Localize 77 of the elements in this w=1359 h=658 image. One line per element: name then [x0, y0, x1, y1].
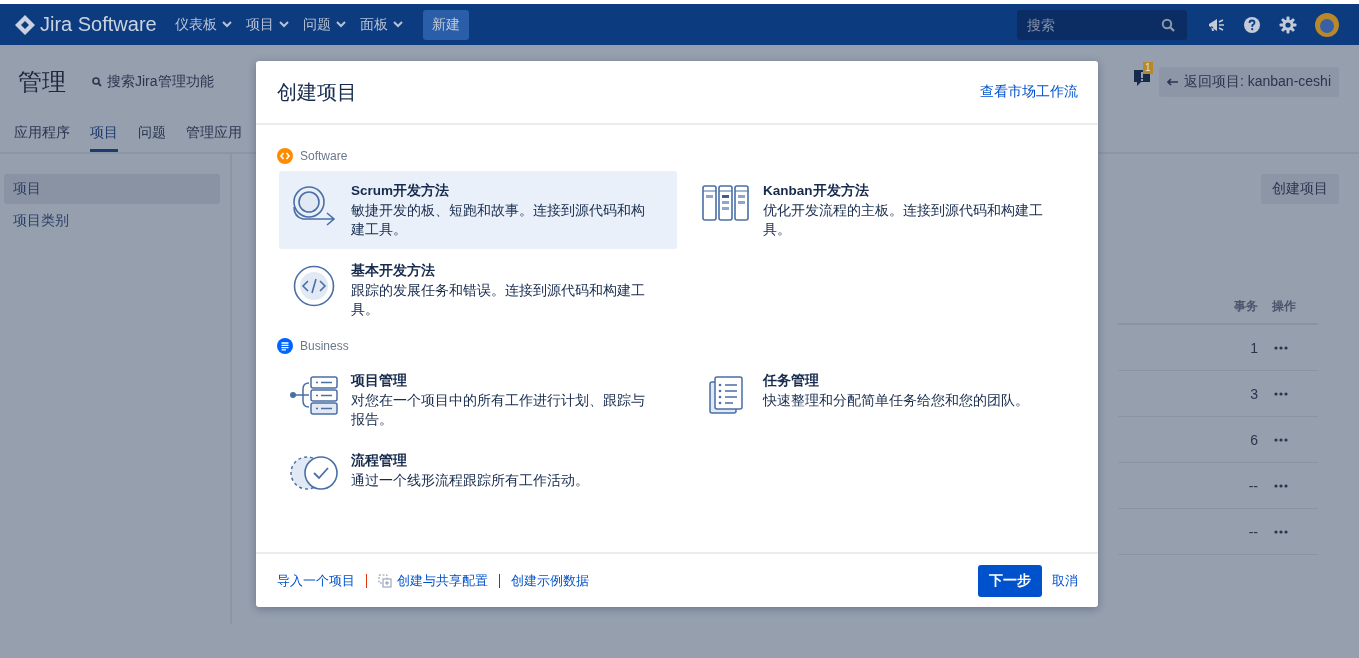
copy-add-icon	[378, 573, 392, 588]
dialog-title: 创建项目	[277, 79, 357, 105]
more-actions-icon[interactable]	[1274, 391, 1288, 396]
template-description: 对您在一个项目中的所有工作进行计划、跟踪与报告。	[351, 392, 646, 429]
nav-menu[interactable]: 问题	[302, 15, 346, 34]
column-header: 操作	[1272, 298, 1296, 315]
product-logo-text[interactable]: Jira Software	[40, 13, 157, 36]
cancel-link[interactable]: 取消	[1052, 571, 1078, 590]
return-arrow-icon	[1166, 78, 1179, 86]
template-title: 任务管理	[763, 372, 820, 390]
table-cell: 3	[1250, 385, 1258, 402]
more-actions-icon[interactable]	[1274, 437, 1288, 442]
more-actions-icon[interactable]	[1274, 529, 1288, 534]
code-circle-icon	[293, 265, 335, 307]
template-description: 跟踪的发展任务和错误。连接到源代码和构建工具。	[351, 282, 646, 319]
create-button[interactable]: 新建	[422, 9, 469, 40]
template-description: 敏捷开发的板、短跑和故事。连接到源代码和构建工具。	[351, 202, 646, 239]
template-title: Kanban开发方法	[763, 182, 870, 200]
admin-search-link[interactable]: 搜索Jira管理功能	[92, 73, 214, 91]
template-description: 通过一个线形流程跟踪所有工作活动。	[351, 472, 590, 490]
template-title: 流程管理	[351, 452, 408, 470]
notification-count: 1	[1142, 62, 1153, 74]
admin-tab[interactable]: 项目	[90, 124, 118, 152]
chevron-down-icon	[392, 21, 403, 28]
sidebar-item[interactable]: 项目	[4, 174, 220, 204]
template-option[interactable]: 基本开发方法 跟踪的发展任务和错误。连接到源代码和构建工具。	[279, 251, 677, 329]
create-project-button[interactable]: 创建项目	[1261, 174, 1339, 204]
template-title: 项目管理	[351, 372, 408, 390]
megaphone-icon[interactable]	[1207, 16, 1225, 33]
more-actions-icon[interactable]	[1274, 345, 1288, 350]
section-label: Business	[300, 339, 349, 353]
section-label: Software	[300, 149, 348, 163]
template-description: 快速整理和分配简单任务给您和您的团队。	[763, 392, 1030, 410]
back-to-project-button[interactable]: 返回项目: kanban-ceshi	[1158, 67, 1339, 97]
table-cell: --	[1248, 523, 1258, 540]
search-icon	[92, 77, 102, 87]
table-cell: --	[1248, 477, 1258, 494]
template-title: 基本开发方法	[351, 262, 436, 280]
sidebar-item[interactable]: 项目类别	[4, 206, 220, 236]
template-option[interactable]: 任务管理 快速整理和分配简单任务给您和您的团队。	[691, 361, 1089, 439]
marketplace-link[interactable]: 查看市场工作流	[980, 83, 1078, 101]
nav-menu[interactable]: 仪表板	[174, 15, 232, 34]
search-icon	[1161, 17, 1175, 32]
chevron-down-icon	[221, 21, 232, 28]
kanban-board-icon	[702, 185, 750, 221]
nav-menu[interactable]: 项目	[245, 15, 289, 34]
document-badge-icon	[277, 338, 293, 354]
search-field[interactable]: 搜索	[1017, 9, 1187, 40]
page-title: 管理	[18, 67, 66, 97]
table-cell: 6	[1250, 431, 1258, 448]
project-tree-icon	[289, 375, 339, 415]
checklist-icon	[708, 375, 744, 415]
help-icon[interactable]	[1243, 15, 1261, 34]
template-option[interactable]: Kanban开发方法 优化开发流程的主板。连接到源代码和构建工具。	[691, 171, 1089, 249]
template-option[interactable]: 流程管理 通过一个线形流程跟踪所有工作活动。	[279, 441, 677, 518]
checkmark-circle-icon	[289, 455, 339, 491]
admin-tab[interactable]: 问题	[138, 124, 166, 149]
avatar-icon[interactable]	[1315, 12, 1339, 37]
chevron-down-icon	[335, 21, 346, 28]
chevron-down-icon	[278, 21, 289, 28]
code-badge-icon	[277, 148, 293, 164]
more-actions-icon[interactable]	[1274, 483, 1288, 488]
diamond-logo-icon	[14, 13, 36, 36]
column-header: 事务	[1234, 298, 1258, 315]
next-button[interactable]: 下一步	[978, 564, 1042, 597]
admin-tab[interactable]: 应用程序	[14, 124, 70, 149]
template-description: 优化开发流程的主板。连接到源代码和构建工具。	[763, 202, 1044, 239]
table-cell: 1	[1250, 339, 1258, 356]
nav-menu[interactable]: 面板	[359, 15, 403, 34]
settings-icon[interactable]	[1279, 15, 1297, 34]
footer-link[interactable]: 导入一个项目	[277, 571, 355, 590]
template-option[interactable]: 项目管理 对您在一个项目中的所有工作进行计划、跟踪与报告。	[279, 361, 677, 439]
template-title: Scrum开发方法	[351, 182, 451, 200]
admin-tab[interactable]: 管理应用	[186, 124, 242, 149]
template-option[interactable]: Scrum开发方法 敏捷开发的板、短跑和故事。连接到源代码和构建工具。	[279, 171, 677, 249]
footer-link[interactable]: 创建与共享配置	[378, 571, 488, 590]
footer-link[interactable]: 创建示例数据	[511, 571, 589, 590]
